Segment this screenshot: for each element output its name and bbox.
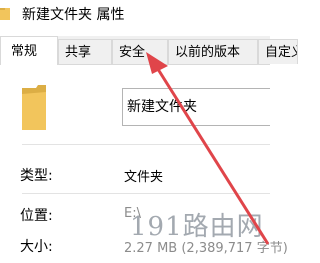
type-value: 文件夹 [124,170,164,185]
location-label: 位置: [20,208,53,224]
window-title: 新建文件夹 属性 [22,7,125,23]
tab-security[interactable]: 安全 [112,39,168,64]
folder-name-input[interactable]: 新建文件夹 [122,88,270,126]
size-label: 大小: [20,239,53,255]
divider [22,144,270,145]
watermark: 191路由网 [130,212,264,242]
tab-sharing[interactable]: 共享 [58,39,112,64]
tab-previous-versions[interactable]: 以前的版本 [168,39,258,64]
divider [22,193,270,194]
folder-icon [0,8,10,20]
folder-icon [22,85,46,130]
type-label: 类型: [20,168,53,184]
title-bar: 新建文件夹 属性 [0,0,270,36]
tab-customize[interactable]: 自定义 [258,39,298,64]
tab-general[interactable]: 常规 [0,36,58,65]
